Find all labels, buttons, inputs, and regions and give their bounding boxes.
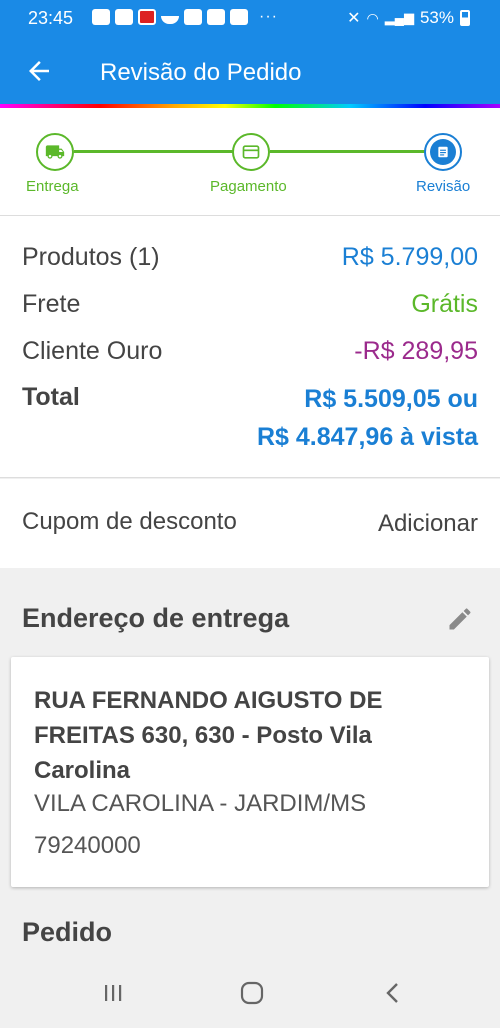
gold-value: -R$ 289,95 [354, 337, 478, 365]
total-values: R$ 5.509,05 ou R$ 4.847,96 à vista [257, 380, 478, 456]
notification-icons: ··· [92, 8, 278, 26]
home-icon[interactable] [237, 978, 267, 1008]
arrow-left-icon[interactable] [24, 56, 54, 86]
page-title: Revisão do Pedido [100, 59, 302, 86]
signal-icon: ▂▄▆ [384, 10, 414, 25]
step-label-revisao: Revisão [416, 178, 471, 195]
step-pagamento[interactable] [232, 133, 270, 171]
boat-icon [161, 16, 179, 24]
step-label-pagamento: Pagamento [210, 178, 287, 195]
card-icon [242, 145, 260, 159]
youtube-icon [207, 9, 225, 25]
youtube-icon [184, 9, 202, 25]
chat-icon [115, 9, 133, 25]
total-installment: R$ 5.509,05 ou [304, 385, 478, 413]
address-zip: 79240000 [34, 832, 141, 859]
shipping-label: Frete [22, 290, 81, 318]
truck-icon [45, 145, 65, 159]
pencil-icon[interactable] [446, 605, 474, 633]
step-revisao[interactable] [424, 133, 462, 171]
address-city: VILA CAROLINA - JARDIM/MS [34, 790, 367, 817]
status-time: 23:45 [28, 8, 74, 28]
total-label: Total [22, 383, 80, 411]
mute-icon: ✕ [347, 10, 361, 27]
address-card[interactable]: RUA FERNANDO AIGUSTO DE FREITAS 630, 630… [11, 657, 489, 887]
toolbar: Revisão do Pedido [0, 36, 500, 106]
more-dots-icon: ··· [259, 8, 278, 25]
address-heading: Endereço de entrega [22, 603, 290, 633]
products-label: Produtos (1) [22, 243, 160, 271]
step-connector [270, 150, 425, 153]
total-row: Total R$ 5.509,05 ou R$ 4.847,96 à vista [22, 383, 478, 463]
wifi-icon: ◠ [366, 9, 379, 26]
products-value: R$ 5.799,00 [341, 243, 478, 271]
youtube-icon [230, 9, 248, 25]
system-icons: ✕ ◠ ▂▄▆ 53% [347, 8, 470, 28]
recents-icon[interactable] [98, 978, 128, 1008]
add-coupon-button[interactable]: Adicionar [378, 510, 478, 538]
order-heading: Pedido [22, 917, 113, 947]
coupon-label: Cupom de desconto [22, 508, 237, 535]
shipping-value: Grátis [411, 290, 478, 318]
coupon-row[interactable]: Cupom de desconto Adicionar [0, 479, 500, 568]
system-nav-bar [0, 960, 500, 1028]
address-street: RUA FERNANDO AIGUSTO DE FREITAS 630, 630… [34, 687, 383, 784]
back-chevron-icon[interactable] [378, 978, 408, 1008]
step-connector [74, 150, 234, 153]
battery-icon [460, 10, 470, 26]
order-summary: Produtos (1) R$ 5.799,00 Frete Grátis Cl… [0, 216, 500, 478]
checkout-stepper: Entrega Pagamento Revisão [0, 108, 500, 216]
battery-percent: 53% [419, 8, 454, 27]
step-label-entrega: Entrega [26, 178, 79, 195]
inter-icon [92, 9, 110, 25]
app-bar: 23:45 ··· ✕ ◠ ▂▄▆ 53% Revisão do Pedido [0, 0, 500, 106]
gold-label: Cliente Ouro [22, 337, 163, 365]
step-entrega[interactable] [36, 133, 74, 171]
total-cash: R$ 4.847,96 à vista [257, 423, 478, 451]
list-icon [438, 146, 448, 158]
status-bar: 23:45 ··· ✕ ◠ ▂▄▆ 53% [0, 0, 500, 36]
news-icon [138, 9, 156, 25]
